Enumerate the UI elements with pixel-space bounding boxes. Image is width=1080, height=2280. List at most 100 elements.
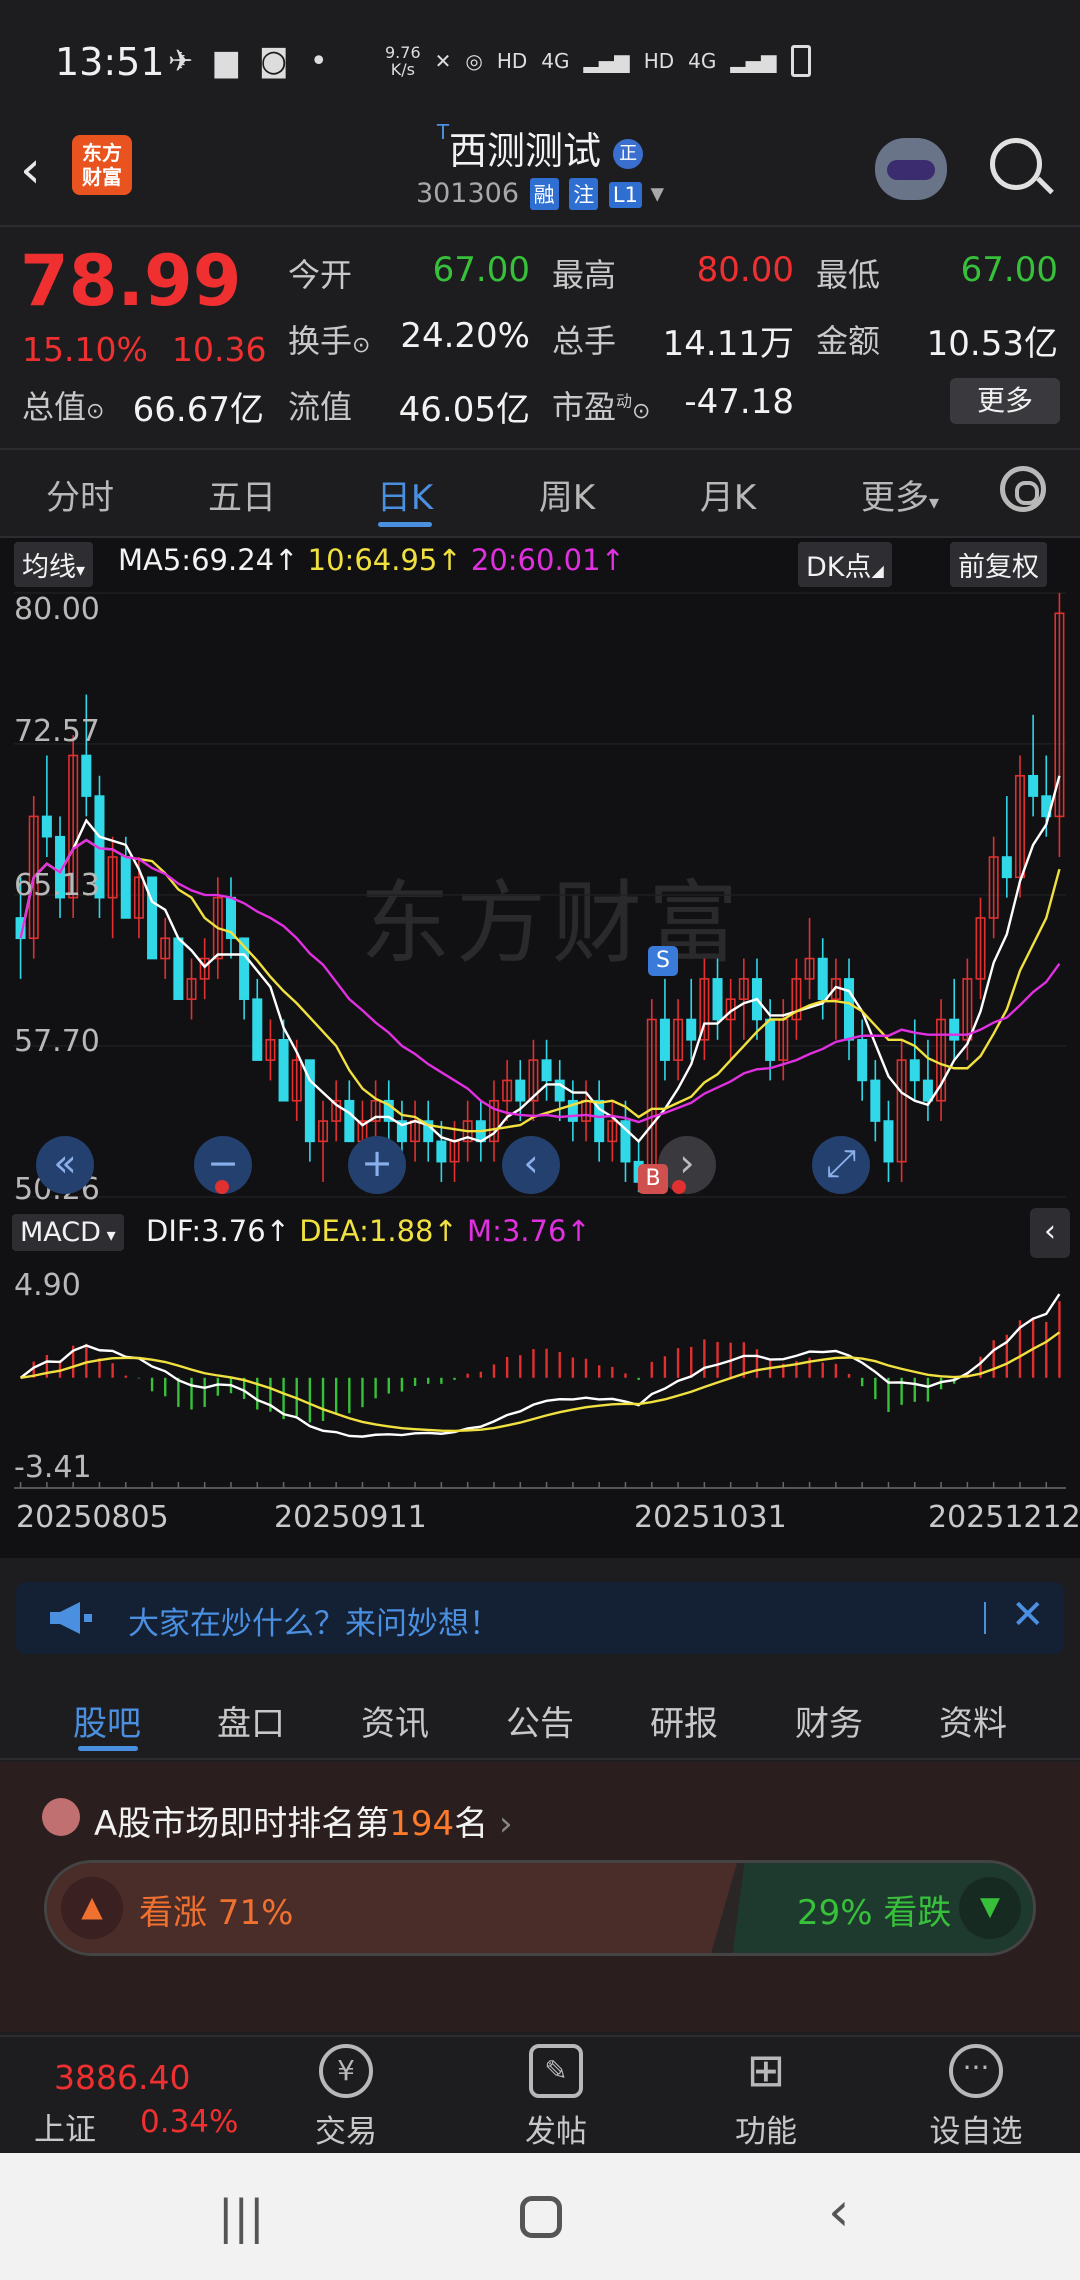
tab-daily-k[interactable]: 日K — [345, 470, 465, 519]
dk-point-button[interactable]: DK点◢ — [798, 542, 892, 587]
search-icon[interactable] — [990, 138, 1042, 190]
dif-value: DIF:3.76 — [146, 1214, 266, 1248]
nav-trade[interactable]: ¥ 交易 — [276, 2044, 416, 2151]
index-name[interactable]: 上证 — [34, 2104, 96, 2149]
nav-label: 设自选 — [929, 2114, 1023, 2150]
pe-sup: 动 — [616, 391, 633, 411]
ranking-icon — [42, 1798, 80, 1836]
zoom-in-icon[interactable]: + — [348, 1136, 406, 1194]
divider — [984, 1602, 986, 1634]
market-rank[interactable]: A股市场即时排名第194名 › — [94, 1796, 513, 1845]
date-label: 20251031 — [634, 1500, 787, 1535]
home-icon[interactable] — [520, 2196, 562, 2238]
tab-finance[interactable]: 财务 — [774, 1696, 884, 1745]
scroll-left-icon[interactable]: ‹ — [502, 1136, 560, 1194]
edit-icon: ✎ — [529, 2044, 583, 2098]
candlestick-chart[interactable] — [0, 585, 1080, 1205]
ma5-value: MA5:69.24 — [118, 543, 275, 577]
label-high: 最高 — [552, 256, 617, 294]
buy-signal-marker[interactable]: B — [638, 1164, 668, 1194]
tab-research[interactable]: 研报 — [629, 1696, 739, 1745]
tab-pankou[interactable]: 盘口 — [196, 1696, 306, 1745]
candle — [173, 937, 184, 1000]
nav-label: 发帖 — [525, 2114, 587, 2150]
nav-post[interactable]: ✎ 发帖 — [486, 2044, 626, 2151]
change-amount: 10.36 — [172, 330, 267, 369]
label-turnover[interactable]: 换手⊙ — [288, 316, 370, 362]
info-icon: ⊙ — [86, 399, 105, 424]
bullish-label[interactable]: 看涨 71% — [139, 1885, 293, 1934]
arrow-up-icon[interactable]: ▲ — [61, 1877, 123, 1939]
label-pe[interactable]: 市盈动⊙ — [552, 382, 650, 428]
candle — [147, 876, 158, 960]
status-bar: 13:51 ✈ ▆ ◙ • 9.76 K/s ✕ ◎ HD 4G ▂▄▆ HD 4… — [0, 0, 1080, 120]
collapse-icon[interactable]: ‹ — [1030, 1208, 1070, 1258]
label-total-value[interactable]: 总值⊙ — [22, 382, 104, 428]
indicator-selector[interactable]: MACD ▾ — [12, 1214, 124, 1251]
gear-icon[interactable] — [1000, 466, 1046, 512]
tab-monthly-k[interactable]: 月K — [668, 470, 788, 519]
nav-label: 功能 — [735, 2114, 797, 2150]
tab-five-day[interactable]: 五日 — [182, 470, 302, 519]
label-volume: 总手 — [552, 322, 617, 360]
date-label: 20251212 — [928, 1500, 1080, 1535]
nav-functions[interactable]: ⊞ 功能 — [696, 2044, 836, 2151]
candle — [1028, 774, 1039, 797]
candle — [765, 1018, 776, 1061]
macd-y-label: 4.90 — [14, 1268, 81, 1303]
robot-assistant-icon[interactable] — [875, 138, 947, 200]
value-amount: 10.53亿 — [926, 324, 1058, 364]
tab-guba[interactable]: 股吧 — [52, 1696, 162, 1745]
candle — [1001, 856, 1012, 879]
candle — [712, 978, 723, 1021]
label-low: 最低 — [816, 256, 881, 294]
grid-icon: ⊞ — [746, 2043, 786, 2097]
dots-icon: ··· — [949, 2044, 1003, 2098]
active-tab-underline — [378, 522, 432, 527]
candle — [909, 1059, 920, 1082]
candle — [883, 1120, 894, 1163]
status-label: HD — [643, 49, 675, 73]
tab-profile[interactable]: 资料 — [918, 1696, 1028, 1745]
nav-add-watchlist[interactable]: ··· 设自选 — [906, 2044, 1046, 2151]
index-change[interactable]: 0.34% — [140, 2104, 238, 2140]
candle — [344, 1099, 355, 1143]
arrow-down-icon[interactable]: ▼ — [959, 1877, 1021, 1939]
scroll-left-fast-icon[interactable]: « — [36, 1136, 94, 1194]
index-value[interactable]: 3886.40 — [54, 2058, 190, 2097]
bearish-label[interactable]: 29% 看跌 — [797, 1885, 951, 1934]
ma-selector[interactable]: 均线▾ — [14, 542, 94, 587]
sell-signal-marker[interactable]: S — [648, 946, 678, 976]
label-float-value: 流值 — [288, 388, 353, 426]
marker-dot — [672, 1180, 686, 1194]
status-time: 13:51 — [55, 40, 165, 84]
label-amount: 金额 — [816, 322, 881, 360]
ai-banner[interactable]: 大家在炒什么？来问妙想！ ✕ — [16, 1582, 1064, 1654]
value-low: 67.00 — [960, 250, 1058, 290]
candle — [659, 1018, 670, 1061]
y-label: 65.13 — [14, 868, 100, 903]
tab-intraday[interactable]: 分时 — [20, 470, 140, 519]
tab-weekly-k[interactable]: 周K — [507, 470, 627, 519]
forward-adjust-button[interactable]: 前复权 — [950, 542, 1047, 587]
tab-announcements[interactable]: 公告 — [485, 1696, 595, 1745]
macd-chart[interactable] — [0, 1260, 1080, 1490]
value-turnover: 24.20% — [400, 316, 530, 356]
tab-more-periods[interactable]: 更多▾ — [840, 470, 960, 519]
chevron-down-icon: ▾ — [650, 178, 665, 209]
info-icon: ⊙ — [352, 333, 371, 358]
megaphone-icon — [50, 1602, 92, 1634]
more-button[interactable]: 更多 — [950, 378, 1060, 424]
tag-rong: 融 — [529, 178, 559, 210]
close-icon[interactable]: ✕ — [1011, 1592, 1045, 1638]
dea-value: DEA:1.88 — [299, 1214, 434, 1248]
status-label: HD — [496, 49, 528, 73]
ma10-value: 10:64.95 — [307, 543, 438, 577]
back-icon[interactable]: ‹ — [828, 2180, 850, 2243]
divider — [0, 225, 1080, 227]
value-float-value: 46.05亿 — [398, 390, 530, 430]
fullscreen-icon[interactable]: ⤢ — [812, 1136, 870, 1194]
recent-apps-icon[interactable]: ||| — [218, 2190, 265, 2244]
candle — [436, 1140, 447, 1163]
tab-news[interactable]: 资讯 — [340, 1696, 450, 1745]
